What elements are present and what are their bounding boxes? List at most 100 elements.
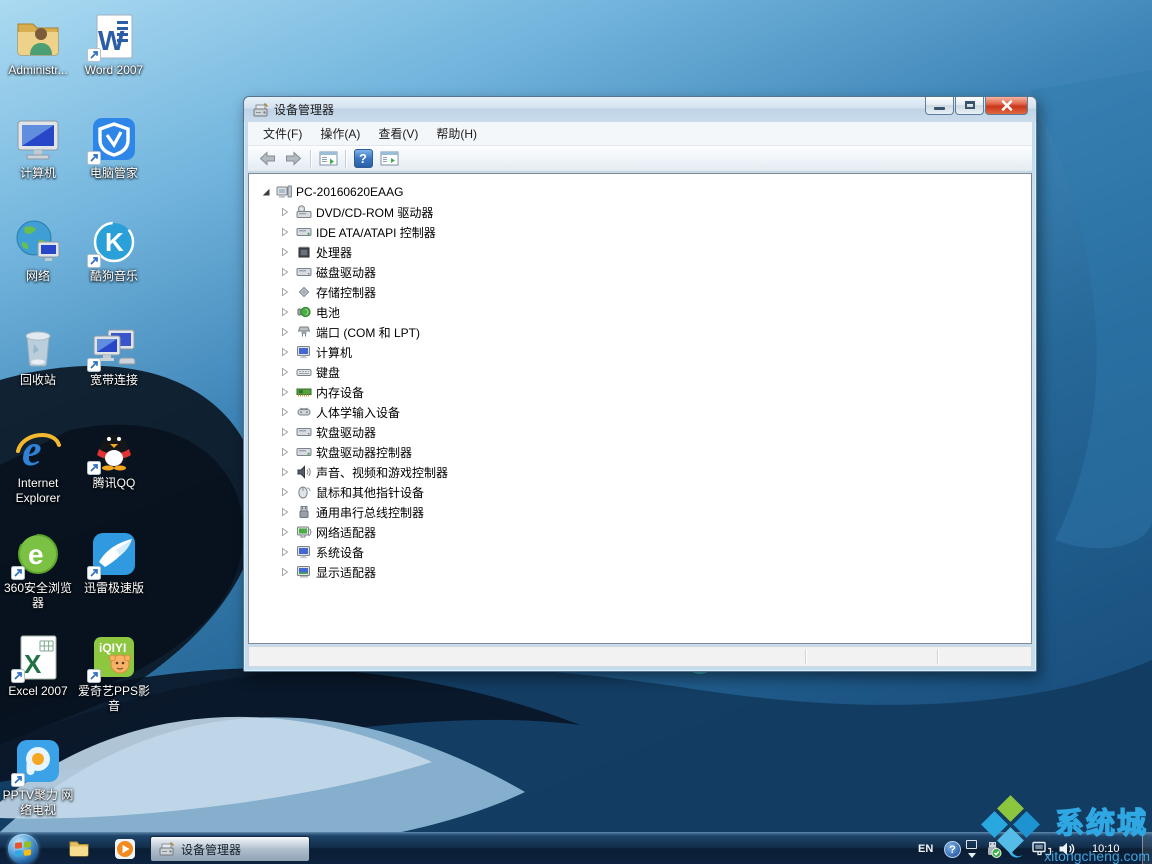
tray-help-icon[interactable]: ? (944, 841, 961, 858)
shortcut-arrow-icon (11, 773, 25, 787)
tree-item-usb[interactable]: 通用串行总线控制器 (249, 502, 1031, 522)
expand-icon[interactable] (281, 307, 294, 317)
security-crescent-icon[interactable] (1008, 841, 1025, 858)
expand-icon[interactable] (281, 467, 294, 477)
action-pane-button[interactable] (376, 148, 402, 170)
collapse-icon[interactable] (261, 187, 274, 197)
tree-item-floppy-drive[interactable]: 软盘驱动器 (249, 422, 1031, 442)
taskbar-media-player-button[interactable] (114, 838, 136, 864)
computer-node-icon (296, 345, 312, 359)
desktop-icon-iqiyi-pps[interactable]: iQIYI 爱奇艺PPS影音 (77, 633, 151, 714)
toolbar: ? (248, 146, 1032, 172)
desktop-icon-label: 电脑管家 (77, 166, 151, 181)
expand-icon[interactable] (281, 567, 294, 577)
tree-item-dvd-cdrom[interactable]: DVD/CD-ROM 驱动器 (249, 202, 1031, 222)
desktop-icon-computer[interactable]: 计算机 (1, 115, 75, 181)
expand-icon[interactable] (281, 387, 294, 397)
desktop-icon-thunder[interactable]: 迅雷极速版 (77, 530, 151, 596)
shortcut-arrow-icon (11, 566, 25, 580)
expand-icon[interactable] (281, 287, 294, 297)
menu-help[interactable]: 帮助(H) (427, 122, 486, 145)
expand-icon[interactable] (281, 447, 294, 457)
desktop-icon-broadband[interactable]: 宽带连接 (77, 322, 151, 388)
tree-item-system-device[interactable]: 系统设备 (249, 542, 1031, 562)
menu-action[interactable]: 操作(A) (311, 122, 369, 145)
menu-view[interactable]: 查看(V) (369, 122, 427, 145)
display-adapter-icon (296, 565, 312, 579)
expand-icon[interactable] (281, 527, 294, 537)
expand-icon[interactable] (281, 507, 294, 517)
tree-item-keyboard[interactable]: 键盘 (249, 362, 1031, 382)
tree-item-ide[interactable]: IDE ATA/ATAPI 控制器 (249, 222, 1031, 242)
desktop-icon-pc-manager[interactable]: 电脑管家 (77, 115, 151, 181)
expand-icon[interactable] (281, 487, 294, 497)
desktop-icon-network[interactable]: 网络 (1, 218, 75, 284)
tree-item-mouse[interactable]: 鼠标和其他指针设备 (249, 482, 1031, 502)
maximize-button[interactable] (955, 97, 984, 115)
expand-icon[interactable] (281, 347, 294, 357)
tree-item-disk-drive[interactable]: 磁盘驱动器 (249, 262, 1031, 282)
clock[interactable]: 10:10 (1092, 843, 1120, 855)
tree-item-floppy-controller[interactable]: 软盘驱动器控制器 (249, 442, 1031, 462)
expand-icon[interactable] (281, 227, 294, 237)
desktop-icon-administrator[interactable]: Administr... (1, 12, 75, 78)
desktop-icon-kugou[interactable]: K 酷狗音乐 (77, 218, 151, 284)
expand-icon[interactable] (281, 327, 294, 337)
user-folder-icon (14, 12, 62, 60)
help-button[interactable]: ? (350, 148, 376, 170)
tree-item-hid[interactable]: 人体学输入设备 (249, 402, 1031, 422)
tree-item-processor[interactable]: 处理器 (249, 242, 1031, 262)
title-bar[interactable]: 设备管理器 (244, 97, 1036, 122)
network-tray-icon[interactable] (1032, 841, 1052, 857)
desktop-icon-qq[interactable]: 腾讯QQ (77, 425, 151, 491)
show-desktop-button[interactable] (1142, 833, 1152, 864)
expand-icon[interactable] (281, 367, 294, 377)
tree-item-root[interactable]: PC-20160620EAAG (249, 182, 1031, 202)
media-player-icon (114, 838, 136, 860)
forward-button[interactable] (280, 148, 306, 170)
system-device-icon (296, 545, 312, 559)
volume-tray-icon[interactable] (1058, 841, 1076, 857)
close-button[interactable] (985, 97, 1028, 115)
status-separator (805, 649, 806, 664)
shortcut-arrow-icon (87, 358, 101, 372)
device-manager-window: 设备管理器 文件(F) 操作(A) 查看(V) 帮助(H) (243, 96, 1037, 672)
desktop-icon-recycle-bin[interactable]: 回收站 (1, 322, 75, 388)
desktop-icon-360-browser[interactable]: e 360安全浏览器 (1, 530, 75, 611)
taskbar-device-manager-button[interactable]: 设备管理器 (150, 836, 310, 862)
show-hidden-icons-arrow[interactable] (968, 853, 976, 858)
tree-item-computer[interactable]: 计算机 (249, 342, 1031, 362)
recycle-bin-icon (14, 322, 62, 370)
desktop-icon-internet-explorer[interactable]: e Internet Explorer (1, 425, 75, 506)
svg-text:X: X (24, 649, 42, 679)
tree-item-sound[interactable]: 声音、视频和游戏控制器 (249, 462, 1031, 482)
expand-icon[interactable] (281, 407, 294, 417)
desktop-icon-excel-2007[interactable]: X Excel 2007 (1, 633, 75, 699)
tree-item-display-adapter[interactable]: 显示适配器 (249, 562, 1031, 582)
minimize-button[interactable] (925, 97, 954, 115)
expand-icon[interactable] (281, 267, 294, 277)
tray-window-icon[interactable] (966, 840, 977, 849)
desktop-icon-label: 计算机 (1, 166, 75, 181)
start-button[interactable] (8, 834, 38, 864)
language-indicator[interactable]: EN (918, 843, 933, 855)
tree-item-memory[interactable]: 内存设备 (249, 382, 1031, 402)
expand-icon[interactable] (281, 207, 294, 217)
expand-icon[interactable] (281, 247, 294, 257)
menu-file[interactable]: 文件(F) (254, 122, 311, 145)
svg-text:e: e (22, 426, 42, 473)
tree-item-ports[interactable]: 端口 (COM 和 LPT) (249, 322, 1031, 342)
tree-item-network-adapter[interactable]: 网络适配器 (249, 522, 1031, 542)
expand-icon[interactable] (281, 427, 294, 437)
taskbar-explorer-button[interactable] (68, 838, 90, 863)
usb-safely-remove-icon[interactable] (984, 841, 1002, 858)
desktop-icon-word-2007[interactable]: W Word 2007 (77, 12, 151, 78)
back-button[interactable] (254, 148, 280, 170)
desktop-icon-label: 回收站 (1, 373, 75, 388)
desktop-icon-pptv[interactable]: PPTV聚力 网络电视 (1, 737, 75, 818)
tree-item-battery[interactable]: 电池 (249, 302, 1031, 322)
console-tree-button[interactable] (315, 148, 341, 170)
tree-item-storage-controller[interactable]: 存储控制器 (249, 282, 1031, 302)
expand-icon[interactable] (281, 547, 294, 557)
shortcut-arrow-icon (11, 669, 25, 683)
